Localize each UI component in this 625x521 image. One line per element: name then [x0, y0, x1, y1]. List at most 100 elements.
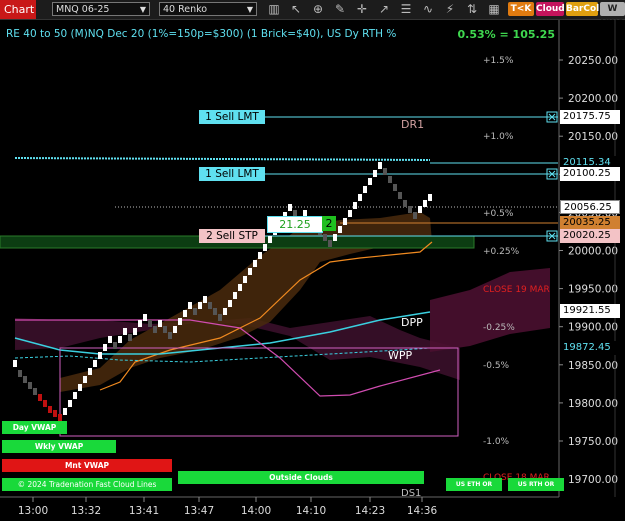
ds1-label: DS1	[401, 488, 421, 499]
time-tick-label: 14:36	[407, 505, 438, 517]
price-tick-label: 19750.00	[568, 436, 618, 448]
instrument-selector[interactable]: MNQ 06-25 ▼	[52, 2, 150, 16]
renko-brick-up	[123, 328, 127, 335]
fast-cloud-lines-button[interactable]: © 2024 Tradenation Fast Cloud Lines	[2, 478, 172, 491]
bar-type-value: 40 Renko	[163, 4, 208, 15]
chart-header-title: RE 40 to 50 (M)NQ Dec 20 (1%=150p=$300) …	[6, 28, 396, 40]
price-tick-label: 20000.00	[568, 246, 618, 258]
bar-chart-icon[interactable]: ▥	[266, 2, 282, 16]
price-tick-label: 20250.00	[568, 55, 618, 67]
renko-brick-up	[268, 236, 272, 243]
price-marker-20175: 20175.75	[560, 110, 620, 124]
renko-brick-down	[23, 376, 27, 383]
tk-button[interactable]: T<K	[508, 2, 534, 16]
renko-brick-up	[133, 328, 137, 335]
renko-brick-up	[203, 296, 207, 303]
renko-brick-down	[48, 406, 52, 413]
time-tick-label: 13:47	[184, 505, 214, 517]
chevron-down-icon: ▼	[246, 5, 253, 14]
renko-brick-down	[388, 176, 392, 183]
zoom-icon[interactable]: ⊕	[310, 2, 326, 16]
renko-brick-up	[373, 170, 377, 177]
renko-brick-down	[43, 400, 47, 407]
wkly-vwap-button[interactable]: Wkly VWAP	[2, 440, 116, 453]
order-label-sell-stop[interactable]: 2 Sell STP	[199, 229, 265, 243]
time-tick-label: 14:23	[355, 505, 385, 517]
plus-1-5-label: +1.5%	[483, 56, 514, 66]
price-tick-label: 19900.00	[568, 322, 618, 334]
renko-brick-down	[33, 388, 37, 395]
grid-icon[interactable]: ▦	[486, 2, 502, 16]
position-qty[interactable]: 2	[322, 216, 336, 231]
renko-brick-down	[398, 192, 402, 199]
minus-0-5-label: -0.5%	[483, 361, 510, 371]
renko-brick-up	[363, 186, 367, 193]
draw-line-icon[interactable]: ↗	[376, 2, 392, 16]
mnt-vwap-button[interactable]: Mnt VWAP	[2, 459, 172, 472]
properties-icon[interactable]: ☰	[398, 2, 414, 16]
renko-brick-up	[183, 310, 187, 317]
order-label-sell-limit-1[interactable]: 1 Sell LMT	[199, 110, 265, 124]
renko-brick-down	[323, 234, 327, 241]
chart-header-stat: 0.53% = 105.25	[458, 28, 556, 41]
renko-brick-down	[28, 382, 32, 389]
w-vwap-button[interactable]: W VWA	[600, 2, 625, 28]
renko-brick-down	[128, 334, 132, 341]
renko-brick-up	[98, 352, 102, 359]
us-eth-or-button[interactable]: US ETH OR	[446, 478, 502, 491]
indicators-icon[interactable]: ∿	[420, 2, 436, 16]
chevron-down-icon: ▼	[139, 5, 146, 14]
us-rth-or-button[interactable]: US RTH OR	[508, 478, 564, 491]
strategies-icon[interactable]: ⚡	[442, 2, 458, 16]
renko-brick-down	[193, 308, 197, 315]
order-label-sell-limit-2[interactable]: 1 Sell LMT	[199, 167, 265, 181]
renko-brick-up	[88, 368, 92, 375]
renko-brick-down	[163, 326, 167, 333]
time-tick-label: 13:00	[18, 505, 48, 517]
chart-menu-button[interactable]: Chart	[0, 0, 36, 19]
renko-brick-up	[118, 336, 122, 343]
renko-brick-up	[158, 320, 162, 327]
bar-type-selector[interactable]: 40 Renko ▼	[159, 2, 257, 16]
renko-brick-up	[13, 360, 17, 367]
renko-brick-down	[383, 168, 387, 175]
renko-brick-up	[198, 302, 202, 309]
renko-brick-up	[63, 408, 67, 415]
time-tick-label: 14:00	[241, 505, 271, 517]
renko-brick-up	[353, 202, 357, 209]
day-vwap-button[interactable]: Day VWAP	[2, 421, 67, 434]
price-marker-19872: 19872.45	[560, 341, 620, 355]
renko-brick-up	[418, 206, 422, 213]
renko-brick-up	[143, 314, 147, 321]
renko-brick-down	[53, 410, 57, 417]
crosshair-icon[interactable]: ✛	[354, 2, 370, 16]
price-tick-label: 19850.00	[568, 360, 618, 372]
minus-1-0-label: -1.0%	[483, 437, 510, 447]
price-marker-19921: 19921.55	[560, 304, 620, 318]
wpp-label: WPP	[388, 349, 413, 362]
dpp-label: DPP	[401, 316, 423, 329]
renko-brick-up	[378, 162, 382, 169]
renko-brick-up	[243, 276, 247, 283]
time-tick-label: 13:41	[129, 505, 159, 517]
renko-brick-up	[108, 336, 112, 343]
renko-brick-up	[188, 302, 192, 309]
renko-brick-up	[228, 300, 232, 307]
renko-brick-up	[343, 218, 347, 225]
renko-brick-up	[428, 194, 432, 201]
renko-brick-up	[288, 204, 292, 211]
renko-brick-down	[393, 184, 397, 191]
renko-brick-up	[263, 244, 267, 251]
pencil-icon[interactable]: ✎	[332, 2, 348, 16]
renko-brick-up	[248, 268, 252, 275]
renko-brick-down	[38, 394, 42, 401]
cloud-button[interactable]: Cloud	[536, 2, 565, 16]
renko-brick-up	[223, 308, 227, 315]
position-price[interactable]: 21.25	[267, 216, 323, 233]
renko-brick-down	[408, 206, 412, 213]
minus-0-25-label: -0.25%	[483, 323, 515, 333]
chart-trader-icon[interactable]: ⇅	[464, 2, 480, 16]
cursor-icon[interactable]: ↖	[288, 2, 304, 16]
outside-clouds-button[interactable]: Outside Clouds	[178, 471, 424, 484]
barcol-button[interactable]: BarCol	[566, 2, 599, 16]
